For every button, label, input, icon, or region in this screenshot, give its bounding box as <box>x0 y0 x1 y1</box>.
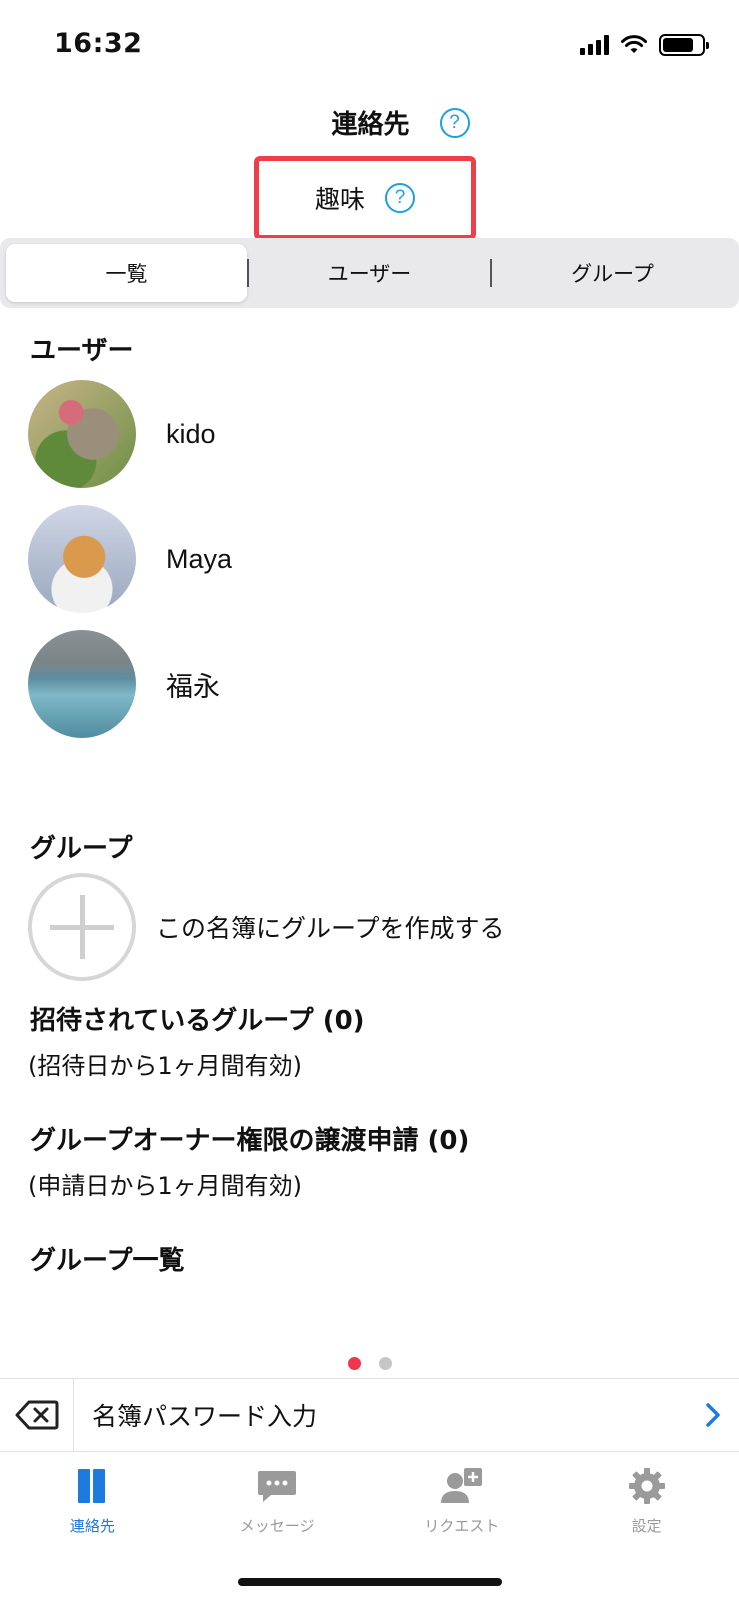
wifi-icon <box>621 35 647 53</box>
tab-contacts[interactable]: 連絡先 <box>0 1453 185 1600</box>
page-title: 連絡先 <box>331 110 410 140</box>
user-row-maya[interactable]: Maya <box>28 505 708 613</box>
status-time: 16:32 <box>54 28 143 59</box>
directory-help-icon[interactable]: ? <box>385 183 415 213</box>
directory-name: 趣味 <box>314 185 365 214</box>
tab-label: メッセージ <box>239 1517 315 1535</box>
page-dot-2[interactable] <box>378 1357 392 1370</box>
contacts-icon <box>78 1469 106 1503</box>
chevron-right-icon <box>706 1403 720 1427</box>
segment-all[interactable]: 一覧 <box>6 244 247 302</box>
avatar <box>28 505 136 613</box>
create-group-button[interactable]: この名簿にグループを作成する <box>28 873 505 981</box>
request-icon <box>440 1468 482 1503</box>
groups-section-title: グループ <box>30 834 133 864</box>
message-icon <box>258 1471 297 1502</box>
gear-icon <box>628 1468 665 1504</box>
password-input-bar[interactable]: 名簿パスワード入力 <box>0 1378 739 1452</box>
page-indicator <box>0 1357 739 1370</box>
user-row-kido[interactable]: kido <box>28 380 708 488</box>
tab-settings[interactable]: 設定 <box>554 1453 739 1600</box>
tab-label: リクエスト <box>424 1517 500 1535</box>
invited-groups-title[interactable]: 招待されているグループ (0) <box>30 1000 365 1037</box>
ownership-transfer-title[interactable]: グループオーナー権限の譲渡申請 (0) <box>30 1120 469 1157</box>
user-name: 福永 <box>166 671 220 702</box>
group-list-title: グループ一覧 <box>30 1246 185 1276</box>
segment-users[interactable]: ユーザー <box>249 244 490 302</box>
tab-label: 設定 <box>631 1517 662 1535</box>
battery-icon <box>659 34 709 56</box>
help-icon[interactable]: ? <box>439 107 470 138</box>
tab-label: 連絡先 <box>69 1517 115 1535</box>
home-indicator[interactable] <box>238 1578 502 1586</box>
status-bar: 16:32 <box>0 0 739 90</box>
create-group-label: この名簿にグループを作成する <box>156 914 505 943</box>
avatar <box>28 630 136 738</box>
ownership-transfer-note: (申請日から1ヶ月間有効) <box>28 1172 302 1200</box>
directory-selector[interactable]: 趣味 ? <box>254 156 476 240</box>
user-name: kido <box>166 418 216 449</box>
avatar <box>28 380 136 488</box>
backspace-button[interactable] <box>0 1379 74 1451</box>
users-section-title: ユーザー <box>30 336 134 366</box>
user-row-fukunaga[interactable]: 福永 <box>28 630 708 738</box>
cellular-signal-icon <box>580 35 609 55</box>
page-dot-1[interactable] <box>347 1357 361 1370</box>
invited-groups-note: (招待日から1ヶ月間有効) <box>28 1052 302 1080</box>
nav-header: 連絡先 ? <box>0 104 739 141</box>
status-icons <box>580 34 709 56</box>
add-icon <box>28 873 136 981</box>
segmented-control: 一覧 ユーザー グループ <box>0 238 739 308</box>
backspace-icon <box>15 1400 58 1430</box>
segment-groups[interactable]: グループ <box>492 244 733 302</box>
user-name: Maya <box>166 543 233 574</box>
password-label: 名簿パスワード入力 <box>92 1402 318 1431</box>
